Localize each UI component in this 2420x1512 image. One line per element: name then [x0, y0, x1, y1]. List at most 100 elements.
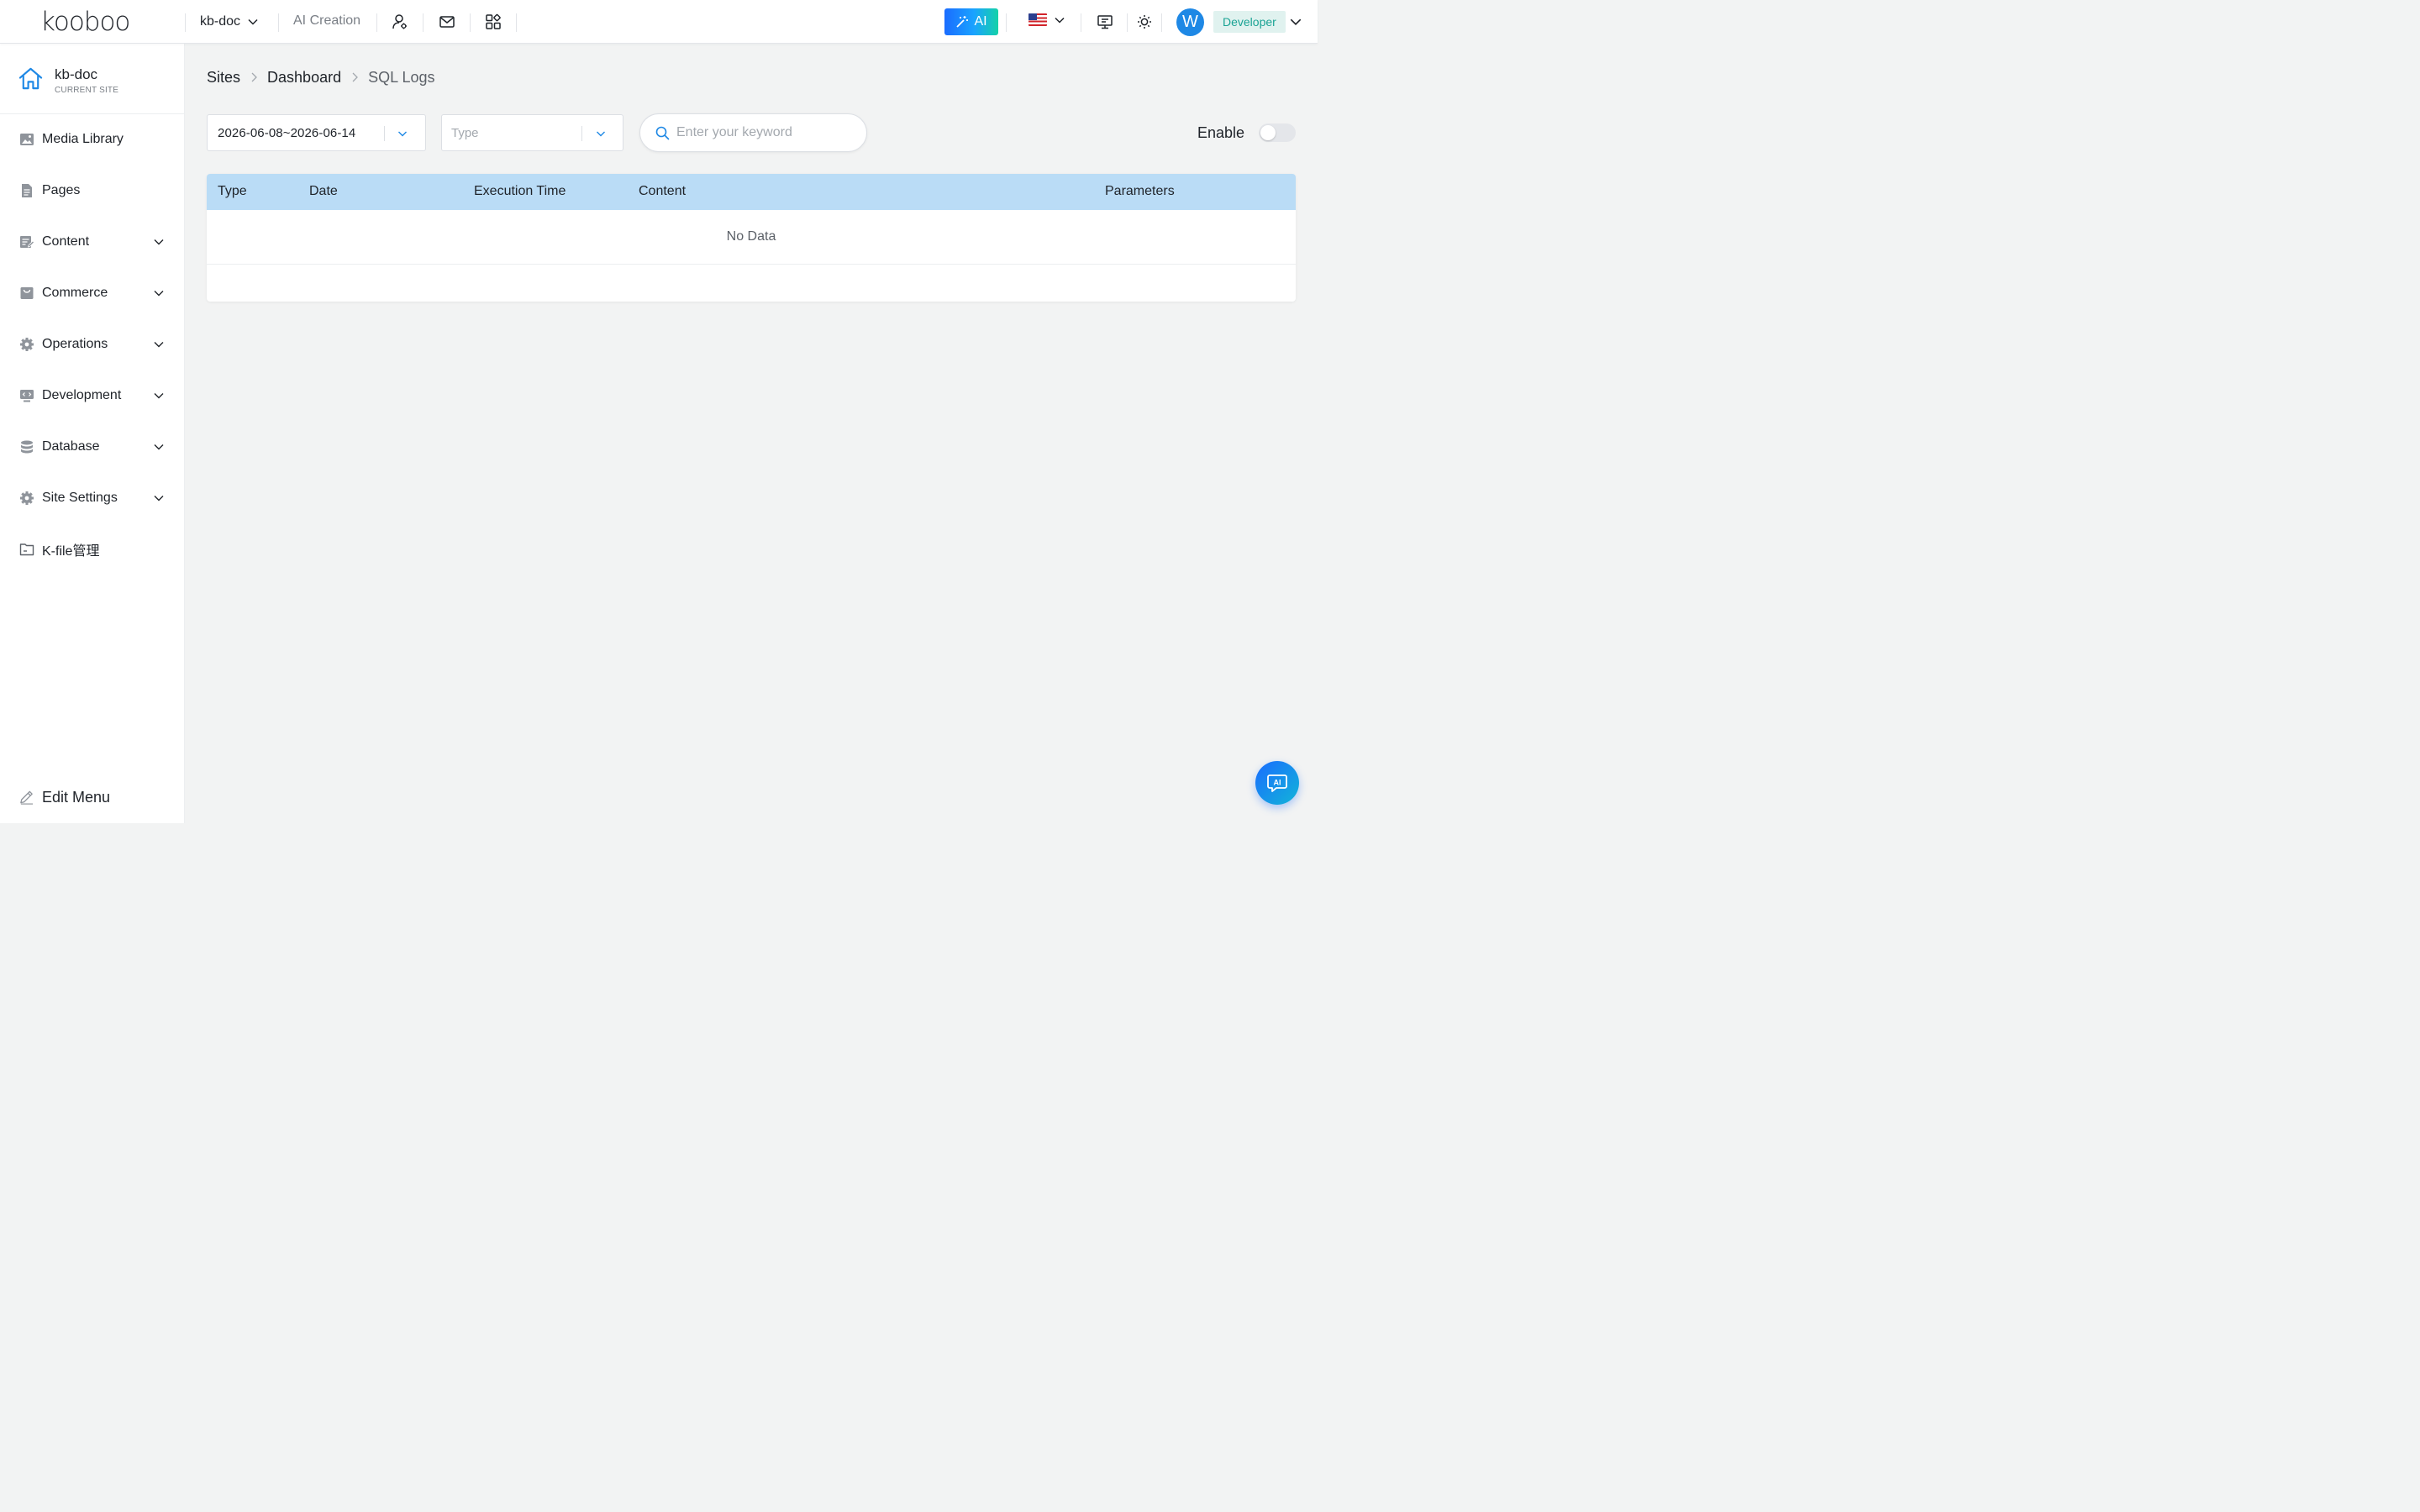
sidebar-item-label: Database [42, 439, 100, 454]
type-select[interactable]: Type [441, 114, 623, 151]
site-selector-label: kb-doc [200, 14, 241, 29]
toggle-knob [1260, 125, 1276, 140]
sidebar-item-development[interactable]: Development [0, 379, 185, 412]
language-selector[interactable] [1028, 13, 1065, 26]
folder-icon [18, 542, 34, 558]
pencil-icon [18, 790, 34, 806]
chevron-down-icon [597, 131, 605, 137]
empty-state: No Data [207, 210, 1296, 265]
chevron-down-icon [154, 291, 164, 297]
shopping-bag-icon [18, 286, 34, 302]
presentation-icon[interactable] [1095, 12, 1115, 32]
home-icon [18, 67, 43, 90]
divider [278, 13, 279, 32]
date-range-value: 2026-06-08~2026-06-14 [218, 125, 356, 140]
sidebar: kb-doc CURRENT SITE Media Library Pages … [0, 44, 185, 823]
sql-logs-table: Type Date Execution Time Content Paramet… [207, 174, 1296, 302]
role-badge[interactable]: Developer [1213, 11, 1286, 33]
enable-label: Enable [1197, 124, 1245, 141]
sidebar-item-media-library[interactable]: Media Library [0, 123, 185, 156]
sidebar-item-label: Pages [42, 183, 81, 197]
gear-icon [18, 337, 34, 353]
chevron-down-icon [154, 496, 164, 501]
search-box[interactable] [639, 113, 867, 152]
ai-button-label: AI [974, 14, 987, 29]
sidebar-item-database[interactable]: Database [0, 430, 185, 464]
divider [516, 13, 517, 32]
current-site-name: kb-doc [55, 66, 98, 82]
column-header-content: Content [639, 184, 687, 198]
chevron-right-icon [250, 71, 258, 83]
document-icon [18, 183, 34, 199]
sidebar-item-pages[interactable]: Pages [0, 174, 185, 207]
chevron-down-icon [154, 393, 164, 399]
sidebar-item-label: Commerce [42, 286, 108, 300]
sidebar-item-commerce[interactable]: Commerce [0, 276, 185, 310]
enable-toggle[interactable] [1259, 123, 1296, 142]
ai-assistant-button[interactable]: AI [944, 8, 998, 35]
kooboo-logo[interactable]: kooboo [40, 7, 150, 37]
divider [1161, 13, 1162, 32]
chevron-down-icon [1055, 17, 1065, 24]
avatar[interactable]: W [1176, 8, 1204, 36]
breadcrumb-current: SQL Logs [368, 68, 435, 86]
sidebar-item-label: Media Library [42, 132, 124, 146]
ai-chat-icon: AI [1267, 774, 1287, 792]
divider [470, 13, 471, 32]
divider [376, 13, 377, 32]
column-header-parameters: Parameters [1105, 184, 1175, 198]
sidebar-item-k-file[interactable]: K-file管理 [0, 533, 185, 566]
type-select-placeholder: Type [451, 126, 479, 140]
theme-sun-icon[interactable] [1134, 12, 1155, 32]
sidebar-item-label: K-file管理 [42, 544, 100, 559]
ai-creation-link[interactable]: AI Creation [293, 13, 360, 29]
edit-menu-label: Edit Menu [42, 788, 111, 806]
image-icon [18, 132, 34, 148]
magic-wand-icon [956, 16, 969, 28]
chevron-down-icon [154, 444, 164, 450]
svg-text:AI: AI [1274, 779, 1281, 787]
apps-grid-icon[interactable] [483, 12, 503, 32]
chevron-down-icon [398, 131, 407, 137]
top-bar: kooboo kb-doc AI Creation AI W Developer [0, 0, 1318, 44]
edit-document-icon [18, 234, 34, 250]
divider [423, 13, 424, 32]
column-header-date: Date [309, 184, 338, 198]
column-header-type: Type [218, 184, 247, 198]
divider [384, 126, 385, 141]
search-icon [655, 126, 670, 140]
edit-menu-button[interactable]: Edit Menu [0, 780, 185, 814]
search-input[interactable] [676, 123, 853, 143]
divider [185, 13, 186, 32]
sidebar-item-operations[interactable]: Operations [0, 328, 185, 361]
sidebar-item-label: Site Settings [42, 491, 118, 505]
mail-icon[interactable] [437, 12, 457, 32]
chevron-down-icon[interactable] [1289, 15, 1302, 29]
ai-chat-float-button[interactable]: AI [1255, 761, 1299, 805]
site-selector[interactable]: kb-doc [200, 12, 259, 32]
column-header-execution-time: Execution Time [474, 184, 566, 198]
sidebar-item-content[interactable]: Content [0, 225, 185, 259]
chevron-down-icon [154, 342, 164, 348]
code-icon [18, 388, 34, 404]
date-range-picker[interactable]: 2026-06-08~2026-06-14 [207, 114, 426, 151]
sidebar-item-label: Development [42, 388, 122, 402]
chevron-down-icon [154, 239, 164, 245]
divider [1127, 13, 1128, 32]
chevron-right-icon [350, 71, 359, 83]
sidebar-item-site-settings[interactable]: Site Settings [0, 481, 185, 515]
logo-text: kooboo [40, 7, 130, 37]
sidebar-item-label: Operations [42, 337, 108, 351]
breadcrumb: Sites Dashboard SQL Logs [207, 67, 434, 87]
divider [581, 126, 582, 141]
table-header: Type Date Execution Time Content Paramet… [207, 174, 1296, 210]
user-settings-icon[interactable] [390, 12, 410, 32]
breadcrumb-dashboard[interactable]: Dashboard [267, 69, 341, 87]
current-site-caption: CURRENT SITE [55, 86, 119, 95]
us-flag-icon [1028, 13, 1047, 26]
current-site-card[interactable]: kb-doc CURRENT SITE [0, 44, 185, 114]
gear-icon [18, 491, 34, 507]
sidebar-item-label: Content [42, 234, 90, 249]
breadcrumb-sites[interactable]: Sites [207, 69, 240, 87]
divider [1006, 13, 1007, 32]
